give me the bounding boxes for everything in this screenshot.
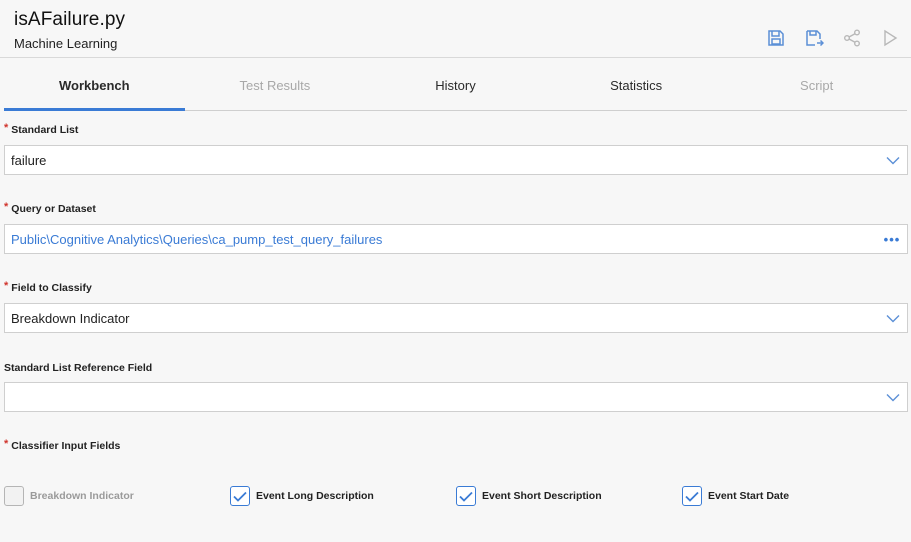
required-marker: * <box>4 438 9 450</box>
chevron-down-icon[interactable] <box>879 146 907 174</box>
chevron-down-icon[interactable] <box>879 304 907 332</box>
tab-statistics[interactable]: Statistics <box>546 60 727 110</box>
checkbox-box[interactable] <box>682 486 702 506</box>
tab-test-results[interactable]: Test Results <box>185 60 366 110</box>
tab-history[interactable]: History <box>365 60 546 110</box>
standard-list-label-text: Standard List <box>11 124 79 136</box>
checkbox-label: Event Start Date <box>708 490 790 502</box>
checkbox-event-long-description[interactable]: Event Long Description <box>230 486 374 506</box>
run-icon <box>884 29 898 47</box>
tab-bar: Workbench Test Results History Statistic… <box>4 60 907 111</box>
checkmark-icon <box>459 491 473 502</box>
tab-script[interactable]: Script <box>726 60 907 110</box>
field-to-classify-select[interactable]: Breakdown Indicator <box>4 303 908 333</box>
toolbar <box>749 27 901 49</box>
checkmark-icon <box>685 491 699 502</box>
classifier-inputs-label: * Classifier Input Fields <box>4 438 121 452</box>
save-as-button[interactable] <box>803 27 825 49</box>
more-options-icon[interactable]: ••• <box>877 232 907 247</box>
query-path-link[interactable]: Public\Cognitive Analytics\Queries\ca_pu… <box>11 232 877 247</box>
required-marker: * <box>4 280 9 292</box>
share-icon <box>844 29 860 47</box>
checkmark-icon <box>233 491 247 502</box>
chevron-down-icon[interactable] <box>879 383 907 411</box>
field-to-classify-value: Breakdown Indicator <box>11 310 130 326</box>
query-label-text: Query or Dataset <box>11 203 96 215</box>
save-icon <box>768 30 784 46</box>
checkbox-label: Event Long Description <box>256 490 374 502</box>
run-button[interactable] <box>879 27 901 49</box>
share-button[interactable] <box>841 27 863 49</box>
reference-field-label: Standard List Reference Field <box>4 362 153 374</box>
checkbox-event-start-date[interactable]: Event Start Date <box>682 486 789 506</box>
classifier-inputs-label-text: Classifier Input Fields <box>11 440 121 452</box>
required-marker: * <box>4 122 9 134</box>
query-label: * Query or Dataset <box>4 201 96 215</box>
header: isAFailure.py Machine Learning <box>0 0 911 58</box>
standard-list-select[interactable]: failure <box>4 145 908 175</box>
checkbox-box[interactable] <box>4 486 24 506</box>
field-to-classify-label: * Field to Classify <box>4 280 92 294</box>
checkbox-label: Event Short Description <box>482 490 602 502</box>
reference-field-select[interactable] <box>4 382 908 412</box>
save-as-icon <box>806 30 824 47</box>
checkbox-event-short-description[interactable]: Event Short Description <box>456 486 602 506</box>
tab-workbench[interactable]: Workbench <box>4 60 185 111</box>
checkbox-box[interactable] <box>456 486 476 506</box>
checkbox-breakdown-indicator[interactable]: Breakdown Indicator <box>4 486 134 506</box>
checkbox-label: Breakdown Indicator <box>30 490 134 502</box>
standard-list-label: * Standard List <box>4 122 79 136</box>
save-button[interactable] <box>765 27 787 49</box>
field-to-classify-label-text: Field to Classify <box>11 282 92 294</box>
standard-list-value: failure <box>11 152 47 168</box>
checkbox-box[interactable] <box>230 486 250 506</box>
page-title: isAFailure.py <box>14 9 126 30</box>
page: isAFailure.py Machine Learning Workbench… <box>0 0 911 542</box>
required-marker: * <box>4 201 9 213</box>
query-field[interactable]: Public\Cognitive Analytics\Queries\ca_pu… <box>4 224 908 254</box>
page-subtitle: Machine Learning <box>14 36 118 51</box>
